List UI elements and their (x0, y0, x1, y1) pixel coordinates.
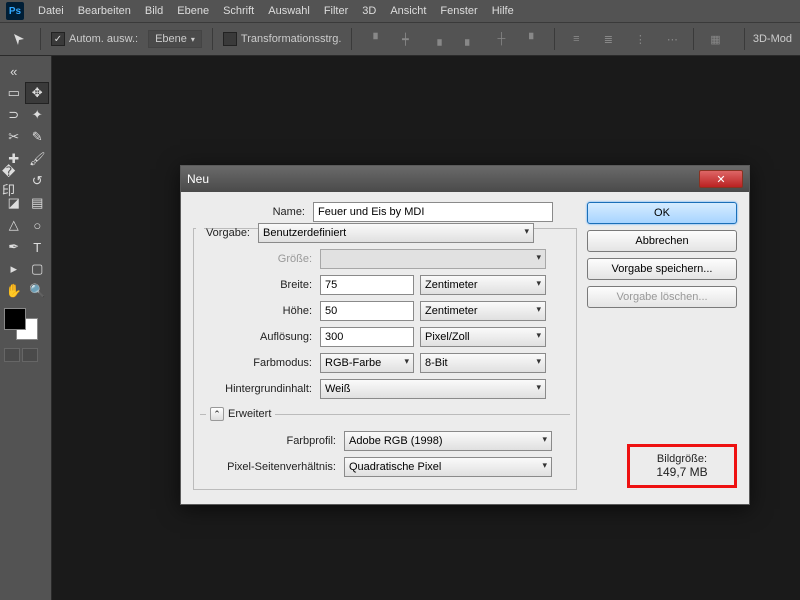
color-profile-dropdown[interactable]: Adobe RGB (1998) (344, 431, 552, 451)
menu-datei[interactable]: Datei (38, 5, 64, 17)
new-document-dialog: Neu ✕ Name: Vorgabe: Benutzerdefiniert (180, 165, 750, 505)
auto-select-checkbox[interactable]: ✓ Autom. ausw.: (51, 32, 138, 46)
menu-ansicht[interactable]: Ansicht (390, 5, 426, 17)
move-tool-icon[interactable]: ✥ (25, 82, 49, 104)
advanced-label: Erweitert (228, 408, 271, 420)
preset-label: Vorgabe: (200, 227, 258, 239)
menu-3d[interactable]: 3D (362, 5, 376, 17)
clone-stamp-tool-icon[interactable]: �印 (2, 170, 26, 192)
name-label: Name: (193, 206, 313, 218)
width-field[interactable] (320, 275, 414, 295)
size-label: Größe: (200, 253, 320, 265)
align-vcenter-icon[interactable]: ┿ (394, 28, 416, 50)
gradient-tool-icon[interactable]: ▤ (26, 192, 50, 214)
align-right-icon[interactable]: ▘ (522, 28, 544, 50)
menu-bearbeiten[interactable]: Bearbeiten (78, 5, 131, 17)
history-brush-tool-icon[interactable]: ↺ (26, 170, 50, 192)
collapse-arrows-icon[interactable]: « (2, 60, 26, 82)
menu-filter[interactable]: Filter (324, 5, 348, 17)
ok-button[interactable]: OK (587, 202, 737, 224)
3d-mode-label[interactable]: 3D-Mod (753, 33, 792, 45)
zoom-tool-icon[interactable]: 🔍 (26, 280, 50, 302)
menu-bar: Ps Datei Bearbeiten Bild Ebene Schrift A… (0, 0, 800, 22)
cancel-button[interactable]: Abbrechen (587, 230, 737, 252)
marquee-tool-icon[interactable]: ▭ (2, 82, 25, 104)
distribute-1-icon[interactable]: ≡ (565, 28, 587, 50)
bgcontent-dropdown[interactable]: Weiß (320, 379, 546, 399)
eyedropper-tool-icon[interactable]: ✎ (26, 126, 50, 148)
foreground-color-swatch[interactable] (4, 308, 26, 330)
image-size-readout: Bildgröße: 149,7 MB (627, 444, 737, 488)
colormode-dropdown[interactable]: RGB-Farbe (320, 353, 414, 373)
hand-tool-icon[interactable]: ✋ (2, 280, 26, 302)
crop-tool-icon[interactable]: ✂ (2, 126, 26, 148)
height-field[interactable] (320, 301, 414, 321)
resolution-unit-dropdown[interactable]: Pixel/Zoll (420, 327, 546, 347)
preset-dropdown[interactable]: Benutzerdefiniert (258, 223, 534, 243)
profile-label: Farbprofil: (206, 435, 344, 447)
transform-controls-checkbox[interactable]: Transformationsstrg. (223, 32, 341, 46)
width-label: Breite: (200, 279, 320, 291)
height-unit-dropdown[interactable]: Zentimeter (420, 301, 546, 321)
colormode-label: Farbmodus: (200, 357, 320, 369)
eraser-tool-icon[interactable]: ◪ (2, 192, 26, 214)
color-swatches[interactable] (2, 308, 42, 344)
lasso-tool-icon[interactable]: ⊃ (2, 104, 26, 126)
size-dropdown (320, 249, 546, 269)
menu-hilfe[interactable]: Hilfe (492, 5, 514, 17)
menu-schrift[interactable]: Schrift (223, 5, 254, 17)
magic-wand-tool-icon[interactable]: ✦ (26, 104, 50, 126)
menu-bild[interactable]: Bild (145, 5, 163, 17)
close-icon: ✕ (716, 173, 725, 186)
advanced-group: ⌃ Erweitert Farbprofil: Adobe RGB (1998)… (200, 407, 570, 483)
name-field[interactable] (313, 202, 553, 222)
path-select-tool-icon[interactable]: ▸ (2, 258, 26, 280)
shape-tool-icon[interactable]: ▢ (26, 258, 50, 280)
app-logo: Ps (6, 2, 24, 20)
height-label: Höhe: (200, 305, 320, 317)
transform-controls-label: Transformationsstrg. (241, 33, 341, 45)
distribute-3-icon[interactable]: ⋮ (629, 28, 651, 50)
menu-auswahl[interactable]: Auswahl (268, 5, 310, 17)
auto-align-icon[interactable]: ▦ (704, 28, 726, 50)
options-bar: ✓ Autom. ausw.: Ebene▾ Transformationsst… (0, 22, 800, 56)
preset-group: Vorgabe: Benutzerdefiniert Größe: Breite… (193, 228, 577, 490)
align-left-icon[interactable]: ▖ (458, 28, 480, 50)
distribute-2-icon[interactable]: ≣ (597, 28, 619, 50)
save-preset-button[interactable]: Vorgabe speichern... (587, 258, 737, 280)
align-hcenter-icon[interactable]: ┼ (490, 28, 512, 50)
bgcontent-label: Hintergrundinhalt: (200, 383, 320, 395)
image-size-value: 149,7 MB (640, 465, 724, 479)
dodge-tool-icon[interactable]: ○ (26, 214, 50, 236)
aspect-label: Pixel-Seitenverhältnis: (206, 461, 344, 473)
bitdepth-dropdown[interactable]: 8-Bit (420, 353, 546, 373)
resolution-label: Auflösung: (200, 331, 320, 343)
blur-tool-icon[interactable]: △ (2, 214, 26, 236)
move-tool-icon (8, 28, 30, 50)
image-size-label: Bildgröße: (640, 453, 724, 465)
pen-tool-icon[interactable]: ✒ (2, 236, 26, 258)
brush-tool-icon[interactable]: 🖌 (26, 148, 50, 170)
resolution-field[interactable] (320, 327, 414, 347)
dialog-titlebar[interactable]: Neu ✕ (181, 166, 749, 192)
dialog-title: Neu (187, 172, 209, 186)
menu-ebene[interactable]: Ebene (177, 5, 209, 17)
menu-fenster[interactable]: Fenster (440, 5, 477, 17)
type-tool-icon[interactable]: T (26, 236, 50, 258)
align-top-icon[interactable]: ▝ (362, 28, 384, 50)
distribute-4-icon[interactable]: ⋯ (661, 28, 683, 50)
delete-preset-button: Vorgabe löschen... (587, 286, 737, 308)
close-button[interactable]: ✕ (699, 170, 743, 188)
advanced-collapse-icon[interactable]: ⌃ (210, 407, 224, 421)
screenmode-toggle-icon[interactable] (22, 348, 38, 362)
pixel-aspect-dropdown[interactable]: Quadratische Pixel (344, 457, 552, 477)
tool-palette: « ▭ ✥ ⊃ ✦ ✂ ✎ ✚ 🖌 �印 ↺ ◪ ▤ △ ○ (0, 56, 52, 600)
width-unit-dropdown[interactable]: Zentimeter (420, 275, 546, 295)
quickmask-toggle-icon[interactable] (4, 348, 20, 362)
auto-select-label: Autom. ausw.: (69, 33, 138, 45)
auto-select-target-dropdown[interactable]: Ebene▾ (148, 30, 202, 48)
align-bottom-icon[interactable]: ▗ (426, 28, 448, 50)
